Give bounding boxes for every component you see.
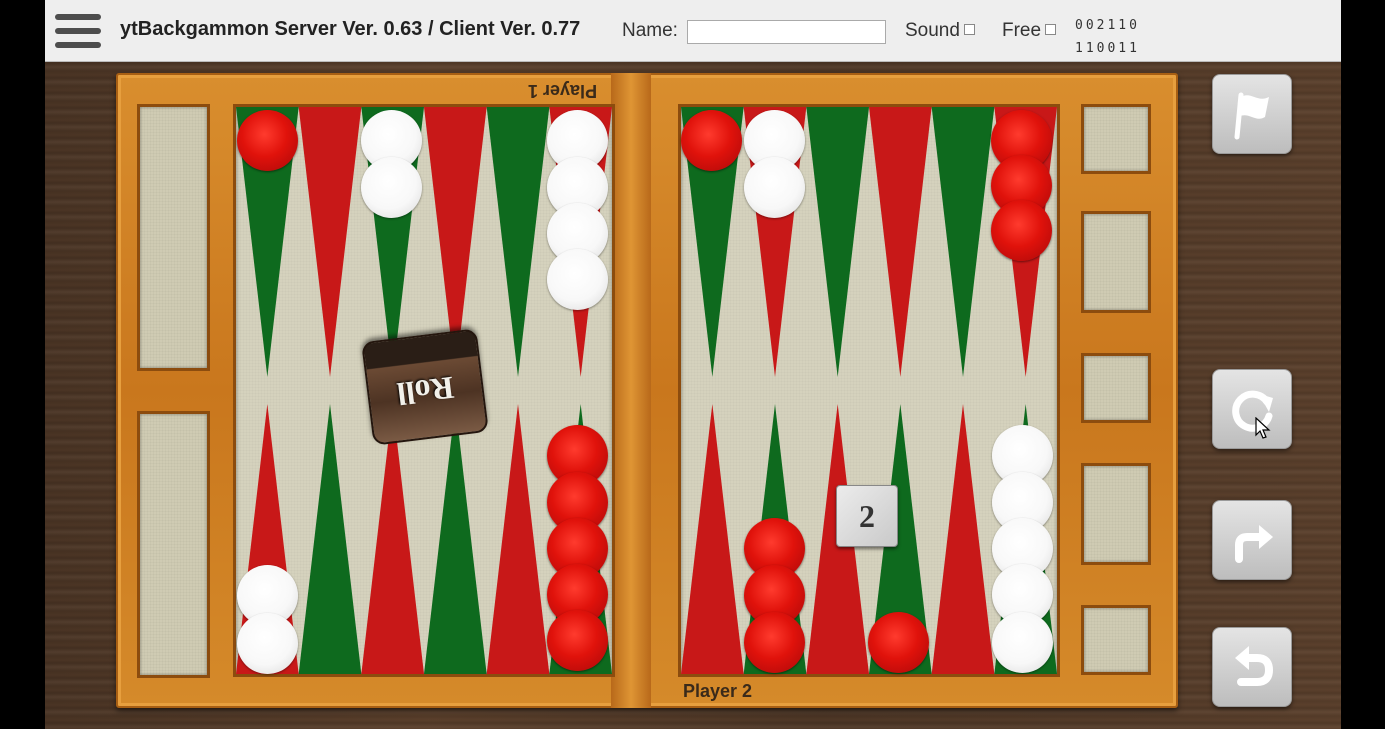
board-point[interactable]: [486, 404, 550, 674]
board-point[interactable]: [931, 107, 995, 377]
roll-dice-button[interactable]: Roll: [361, 328, 489, 446]
sound-label: Sound: [905, 20, 960, 41]
checker-red[interactable]: [237, 110, 298, 171]
checker-white[interactable]: [237, 613, 298, 674]
board-point[interactable]: [486, 107, 550, 377]
right-tray-5: [1081, 605, 1151, 675]
board-point[interactable]: [681, 404, 744, 674]
sound-checkbox[interactable]: [963, 24, 975, 35]
name-label: Name:: [622, 20, 678, 41]
right-tray-3: [1081, 353, 1151, 423]
board-point[interactable]: [424, 404, 487, 674]
status-code-line-2: 110011: [1075, 41, 1140, 56]
flag-icon: [1234, 92, 1269, 140]
board-point[interactable]: [298, 107, 362, 377]
checker-red[interactable]: [991, 200, 1052, 261]
undo-arrow-icon: [1235, 646, 1274, 686]
hamburger-menu-icon[interactable]: [55, 12, 101, 50]
checker-white[interactable]: [744, 157, 805, 218]
roll-label: Roll: [395, 369, 456, 413]
left-tray-bottom: [137, 411, 210, 678]
name-input[interactable]: [687, 20, 886, 44]
redo-arrow-icon: [1235, 525, 1273, 563]
app-title: ytBackgammon Server Ver. 0.63 / Client V…: [120, 18, 581, 40]
board-point[interactable]: [298, 404, 362, 674]
free-checkbox[interactable]: [1045, 24, 1057, 35]
board-point[interactable]: [806, 107, 869, 377]
checker-white[interactable]: [547, 249, 608, 310]
board-bar: [611, 73, 651, 708]
checker-red[interactable]: [547, 610, 608, 671]
resign-flag-button[interactable]: [1212, 74, 1292, 154]
checker-red[interactable]: [868, 612, 929, 673]
header-bar: ytBackgammon Server Ver. 0.63 / Client V…: [45, 0, 1341, 62]
player-2-label: Player 2: [683, 681, 753, 701]
board-point[interactable]: [361, 404, 424, 674]
player-1-label: Player 1: [528, 81, 598, 101]
reload-button[interactable]: [1212, 369, 1292, 449]
checker-white[interactable]: [361, 157, 422, 218]
mouse-cursor-icon: [1255, 417, 1271, 439]
forward-button[interactable]: [1212, 500, 1292, 580]
undo-button[interactable]: [1212, 627, 1292, 707]
status-code-line-1: 002110: [1075, 18, 1140, 33]
right-tray-4: [1081, 463, 1151, 565]
board-point[interactable]: [869, 107, 932, 377]
die[interactable]: 2: [836, 485, 898, 547]
sound-option[interactable]: Sound: [905, 20, 975, 42]
left-tray-top: [137, 104, 210, 371]
free-label: Free: [1002, 20, 1042, 41]
right-tray-2: [1081, 211, 1151, 313]
board-point[interactable]: [931, 404, 995, 674]
checker-red[interactable]: [681, 110, 742, 171]
checker-white[interactable]: [992, 612, 1053, 673]
backgammon-app: ytBackgammon Server Ver. 0.63 / Client V…: [45, 0, 1341, 729]
checker-red[interactable]: [744, 612, 805, 673]
right-tray-1: [1081, 104, 1151, 174]
free-option[interactable]: Free: [1002, 20, 1057, 42]
refresh-icon: [1232, 390, 1273, 432]
